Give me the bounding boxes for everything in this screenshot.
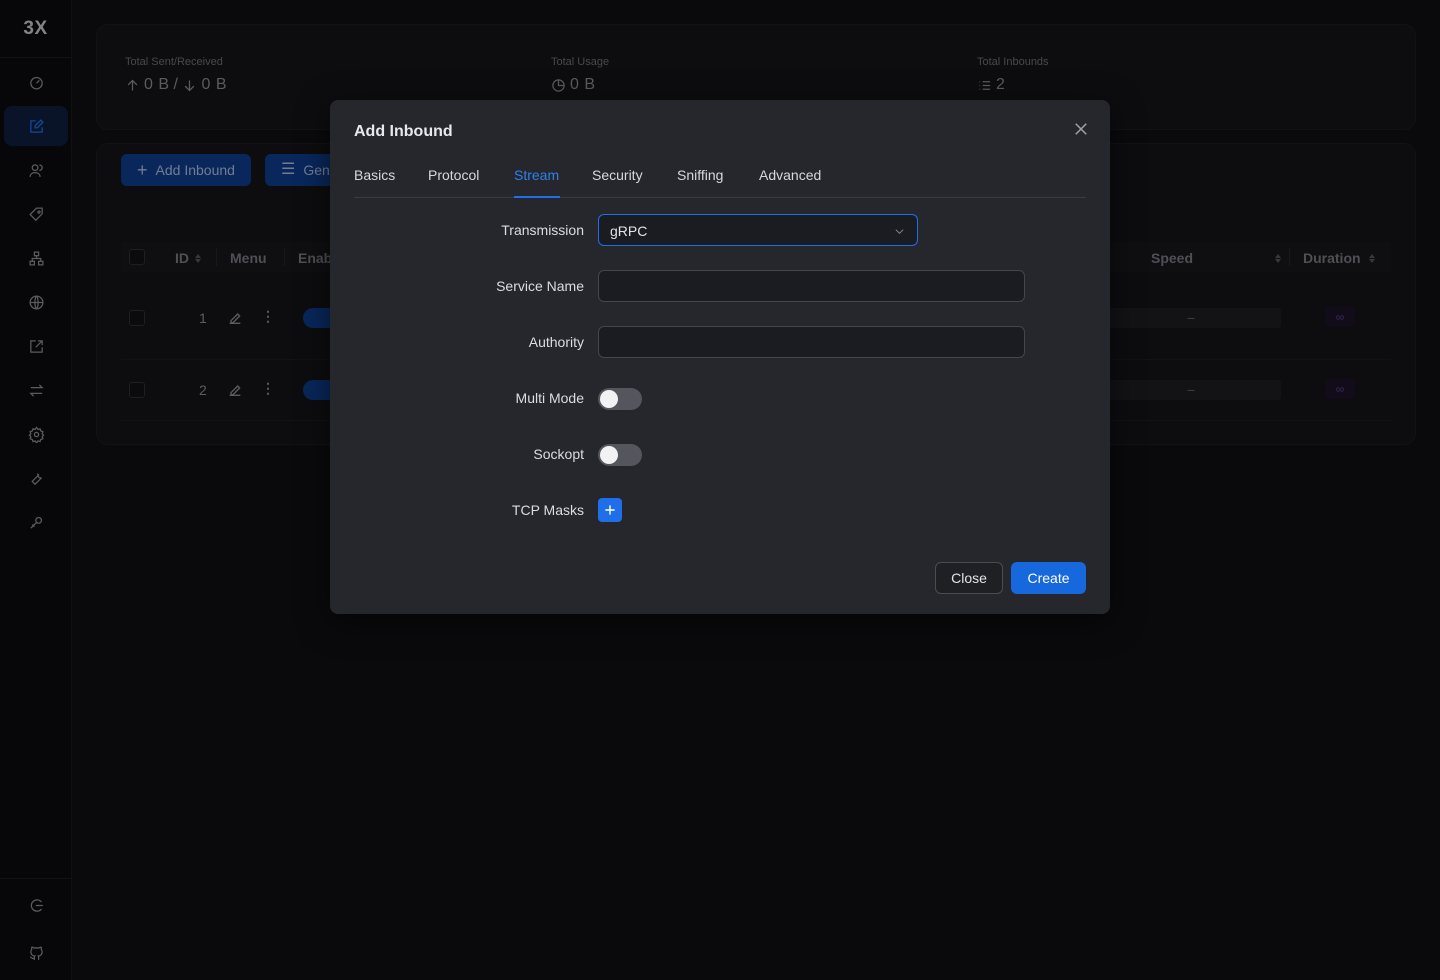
sockopt-switch[interactable]	[598, 444, 642, 466]
transmission-select[interactable]: gRPC	[598, 214, 918, 246]
transmission-value: gRPC	[610, 223, 648, 239]
active-tab-indicator	[514, 196, 560, 198]
service-name-label: Service Name	[496, 278, 584, 294]
plus-icon	[605, 505, 615, 515]
service-name-input[interactable]	[598, 270, 1025, 302]
close-button[interactable]: Close	[935, 562, 1003, 594]
service-name-row: Service Name	[330, 270, 1110, 302]
switch-knob	[600, 390, 618, 408]
close-icon[interactable]	[1072, 120, 1090, 138]
multi-mode-row: Multi Mode	[330, 382, 1110, 414]
tab-stream[interactable]: Stream	[514, 167, 559, 198]
tab-security[interactable]: Security	[592, 167, 643, 198]
multi-mode-label: Multi Mode	[515, 390, 584, 406]
tab-basics[interactable]: Basics	[354, 167, 395, 198]
chevron-down-icon	[895, 229, 904, 234]
tcp-masks-label: TCP Masks	[511, 502, 584, 518]
create-button[interactable]: Create	[1011, 562, 1086, 594]
add-inbound-modal: Add Inbound Basics Protocol Stream Secur…	[330, 100, 1110, 614]
tab-sniffing[interactable]: Sniffing	[677, 167, 723, 198]
tab-protocol[interactable]: Protocol	[428, 167, 479, 198]
tab-advanced[interactable]: Advanced	[759, 167, 821, 198]
authority-label: Authority	[528, 334, 584, 350]
sockopt-row: Sockopt	[330, 438, 1110, 470]
add-tcp-mask-button[interactable]	[598, 498, 622, 522]
switch-knob	[600, 446, 618, 464]
tcp-masks-row: TCP Masks	[330, 494, 1110, 526]
modal-tabs: Basics Protocol Stream Security Sniffing…	[354, 164, 1086, 198]
authority-input[interactable]	[598, 326, 1025, 358]
transmission-row: Transmission gRPC	[330, 214, 1110, 246]
sockopt-label: Sockopt	[533, 446, 584, 462]
authority-row: Authority	[330, 326, 1110, 358]
transmission-label: Transmission	[501, 222, 584, 238]
multi-mode-switch[interactable]	[598, 388, 642, 410]
modal-title: Add Inbound	[354, 123, 453, 140]
